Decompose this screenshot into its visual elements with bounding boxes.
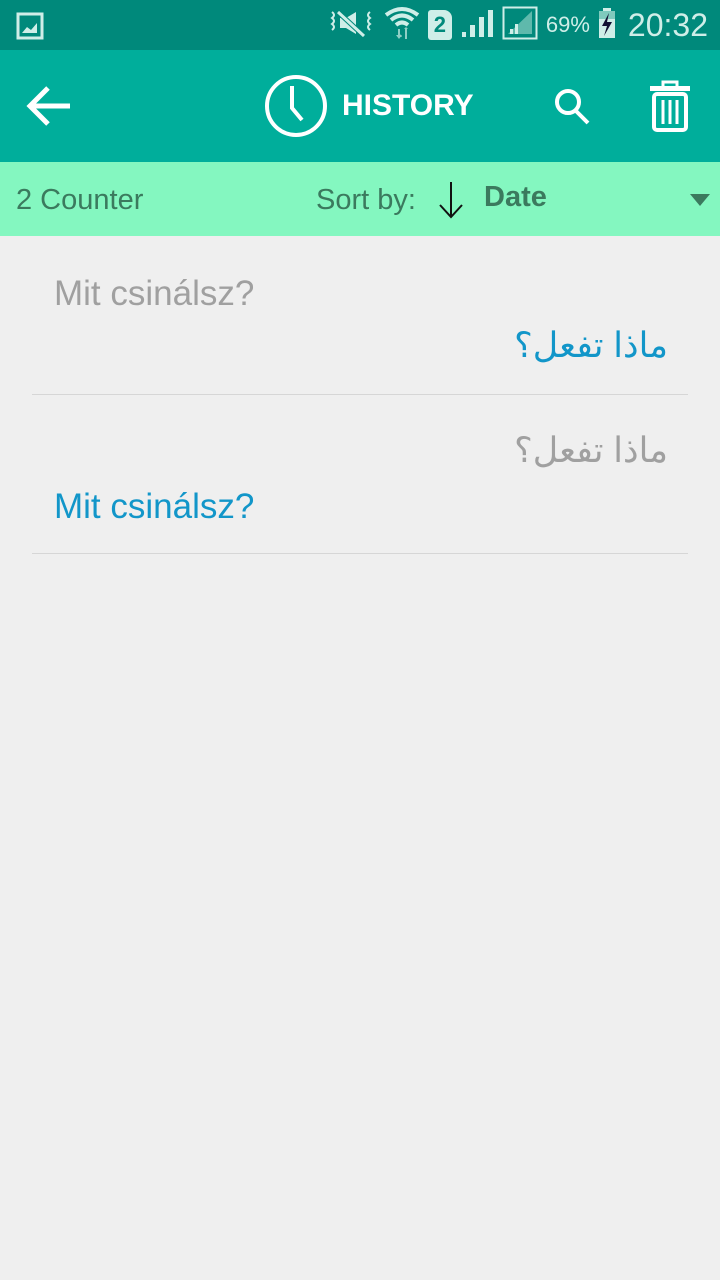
divider [32, 553, 688, 554]
dropdown-triangle-icon [690, 194, 710, 206]
translation-text: ماذا تفعل؟ [514, 326, 668, 365]
status-bar: 2 69% 20:32 [0, 0, 720, 50]
arrow-down-icon [439, 182, 463, 219]
wifi-icon [384, 5, 420, 46]
search-button[interactable] [552, 86, 592, 126]
trash-icon [650, 80, 690, 132]
delete-all-button[interactable] [648, 80, 692, 132]
list-item[interactable]: ماذا تفعل؟ Mit csinálsz? [0, 395, 720, 554]
battery-percent: 69% [545, 12, 590, 37]
clock-time: 20:32 [627, 6, 708, 43]
clock-icon [265, 75, 327, 137]
vibrate-mute-icon [328, 8, 376, 43]
page-title: HISTORY [342, 89, 474, 122]
sort-value: Date [484, 181, 547, 213]
sort-direction-toggle[interactable] [438, 180, 464, 220]
list-item[interactable]: Mit csinálsz? ماذا تفعل؟ [0, 236, 720, 395]
signal-icon [460, 8, 494, 43]
search-icon [555, 89, 590, 125]
history-counter: 2 Counter [16, 184, 144, 216]
source-text: Mit csinálsz? [54, 274, 255, 313]
history-list: Mit csinálsz? ماذا تفعل؟ ماذا تفعل؟ Mit … [0, 236, 720, 554]
sort-dropdown[interactable]: Date [484, 176, 720, 222]
arrow-left-icon [26, 86, 70, 126]
sim-icon: 2 [427, 10, 452, 40]
gallery-icon [16, 12, 44, 45]
sort-bar: 2 Counter Sort by: Date [0, 162, 720, 236]
title-group: HISTORY [264, 74, 474, 138]
battery-charging-icon [598, 7, 616, 44]
translation-text: Mit csinálsz? [54, 487, 255, 526]
app-bar: HISTORY [0, 50, 720, 162]
back-button[interactable] [26, 84, 74, 128]
signal-outline-icon [502, 6, 538, 45]
sort-label: Sort by: [316, 184, 416, 216]
source-text: ماذا تفعل؟ [514, 431, 668, 470]
